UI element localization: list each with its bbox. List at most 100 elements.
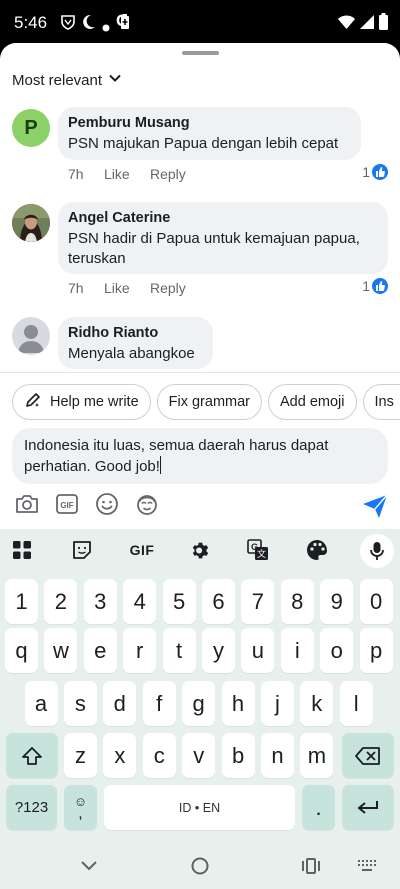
comment-text: Menyala abangkoe — [68, 345, 195, 362]
help-me-write-chip[interactable]: Help me write — [12, 384, 151, 420]
key-7[interactable]: 7 — [241, 579, 275, 624]
comment-time: 7h — [68, 166, 84, 182]
key-6[interactable]: 6 — [202, 579, 235, 624]
avatar-sticker-icon[interactable] — [134, 491, 160, 522]
fix-grammar-chip[interactable]: Fix grammar — [156, 384, 263, 420]
key-f[interactable]: f — [142, 681, 176, 726]
key-r[interactable]: r — [123, 628, 157, 673]
recents-icon[interactable] — [300, 855, 322, 877]
status-time: 5:46 — [14, 13, 48, 32]
key-a[interactable]: a — [24, 681, 58, 726]
key-u[interactable]: u — [241, 628, 275, 673]
divider — [0, 372, 400, 373]
key-8[interactable]: 8 — [280, 579, 314, 624]
chip-label: Ins — [374, 394, 394, 410]
key-l[interactable]: l — [339, 681, 373, 726]
avatar[interactable]: P — [12, 109, 50, 147]
sort-dropdown[interactable]: Most relevant — [12, 69, 122, 91]
comment-text: PSN majukan Papua dengan lebih cepat — [68, 135, 339, 152]
key-p[interactable]: p — [359, 628, 393, 673]
drag-handle[interactable] — [182, 51, 219, 55]
key-4[interactable]: 4 — [123, 579, 157, 624]
backspace-key[interactable] — [342, 733, 394, 778]
key-i[interactable]: i — [280, 628, 314, 673]
key-d[interactable]: d — [103, 681, 137, 726]
emoji-icon[interactable] — [94, 491, 120, 522]
dot-icon — [102, 19, 110, 37]
avatar[interactable] — [12, 204, 50, 242]
like-link[interactable]: Like — [104, 280, 150, 296]
key-o[interactable]: o — [320, 628, 354, 673]
key-w[interactable]: w — [44, 628, 78, 673]
key-v[interactable]: v — [182, 733, 216, 778]
key-y[interactable]: y — [202, 628, 235, 673]
period-key[interactable]: . — [302, 785, 335, 830]
sort-label: Most relevant — [12, 71, 103, 89]
key-h[interactable]: h — [221, 681, 255, 726]
key-j[interactable]: j — [260, 681, 294, 726]
comment-bubble[interactable]: Ridho Rianto Menyala abangkoe — [58, 317, 213, 369]
truncated-chip[interactable]: Ins — [362, 384, 400, 420]
symbols-key[interactable]: ?123 — [6, 785, 57, 830]
comment-input-text: Indonesia itu luas, semua daerah harus d… — [24, 437, 329, 475]
translate-icon[interactable]: G文 — [246, 539, 270, 561]
key-e[interactable]: e — [83, 628, 117, 673]
key-b[interactable]: b — [221, 733, 255, 778]
key-g[interactable]: g — [182, 681, 216, 726]
comment-author[interactable]: Pemburu Musang — [68, 114, 349, 132]
comment-item: Ridho Rianto Menyala abangkoe — [0, 317, 400, 371]
back-chevron-icon[interactable] — [78, 855, 100, 877]
comment-time: 7h — [68, 280, 84, 296]
like-link[interactable]: Like — [104, 166, 150, 182]
key-q[interactable]: q — [5, 628, 38, 673]
key-5[interactable]: 5 — [162, 579, 196, 624]
key-0[interactable]: 0 — [359, 579, 393, 624]
key-x[interactable]: x — [103, 733, 137, 778]
key-n[interactable]: n — [261, 733, 294, 778]
comment-author[interactable]: Angel Caterine — [68, 209, 376, 227]
settings-gear-icon[interactable] — [188, 539, 212, 561]
sticker-icon[interactable] — [70, 539, 94, 561]
apps-grid-icon[interactable] — [10, 539, 34, 561]
key-k[interactable]: k — [300, 681, 334, 726]
camera-icon[interactable] — [14, 491, 40, 522]
reply-link[interactable]: Reply — [150, 280, 186, 296]
shift-key[interactable] — [6, 733, 58, 778]
comment-item: P Pemburu Musang PSN majukan Papua denga… — [0, 107, 400, 189]
enter-key[interactable] — [342, 785, 394, 830]
reply-link[interactable]: Reply — [150, 166, 186, 182]
signal-icon — [360, 15, 374, 34]
thumbs-up-icon — [372, 164, 388, 180]
comment-author[interactable]: Ridho Rianto — [68, 324, 201, 342]
space-key[interactable]: ID • EN — [104, 785, 295, 830]
home-circle-icon[interactable] — [189, 855, 211, 877]
microphone-icon[interactable] — [360, 534, 394, 568]
theme-palette-icon[interactable] — [305, 539, 329, 561]
key-3[interactable]: 3 — [83, 579, 117, 624]
key-m[interactable]: m — [300, 733, 334, 778]
key-2[interactable]: 2 — [44, 579, 78, 624]
battery-saver-glyph — [120, 14, 130, 35]
keyboard-switch-icon[interactable] — [356, 855, 378, 877]
key-z[interactable]: z — [64, 733, 97, 778]
emoji-comma-key[interactable]: ☺ , — [64, 785, 97, 830]
like-count-number: 1 — [362, 278, 370, 294]
key-9[interactable]: 9 — [320, 579, 354, 624]
comment-meta: 7h Like Reply — [68, 166, 186, 182]
like-count[interactable]: 1 — [362, 278, 388, 294]
send-icon[interactable] — [362, 493, 388, 519]
comment-input[interactable]: Indonesia itu luas, semua daerah harus d… — [12, 428, 388, 484]
comment-bubble[interactable]: Angel Caterine PSN hadir di Papua untuk … — [58, 202, 388, 274]
like-count[interactable]: 1 — [362, 164, 388, 180]
gif-key[interactable]: GIF — [126, 539, 158, 561]
add-emoji-chip[interactable]: Add emoji — [268, 384, 357, 420]
key-1[interactable]: 1 — [5, 579, 38, 624]
key-s[interactable]: s — [63, 681, 97, 726]
key-t[interactable]: t — [162, 628, 196, 673]
gif-icon[interactable]: GIF — [54, 491, 80, 522]
shift-arrow-icon — [22, 746, 42, 765]
comma-label: , — [78, 804, 83, 822]
key-c[interactable]: c — [142, 733, 176, 778]
comment-bubble[interactable]: Pemburu Musang PSN majukan Papua dengan … — [58, 107, 361, 160]
default-avatar-icon[interactable] — [12, 317, 50, 355]
